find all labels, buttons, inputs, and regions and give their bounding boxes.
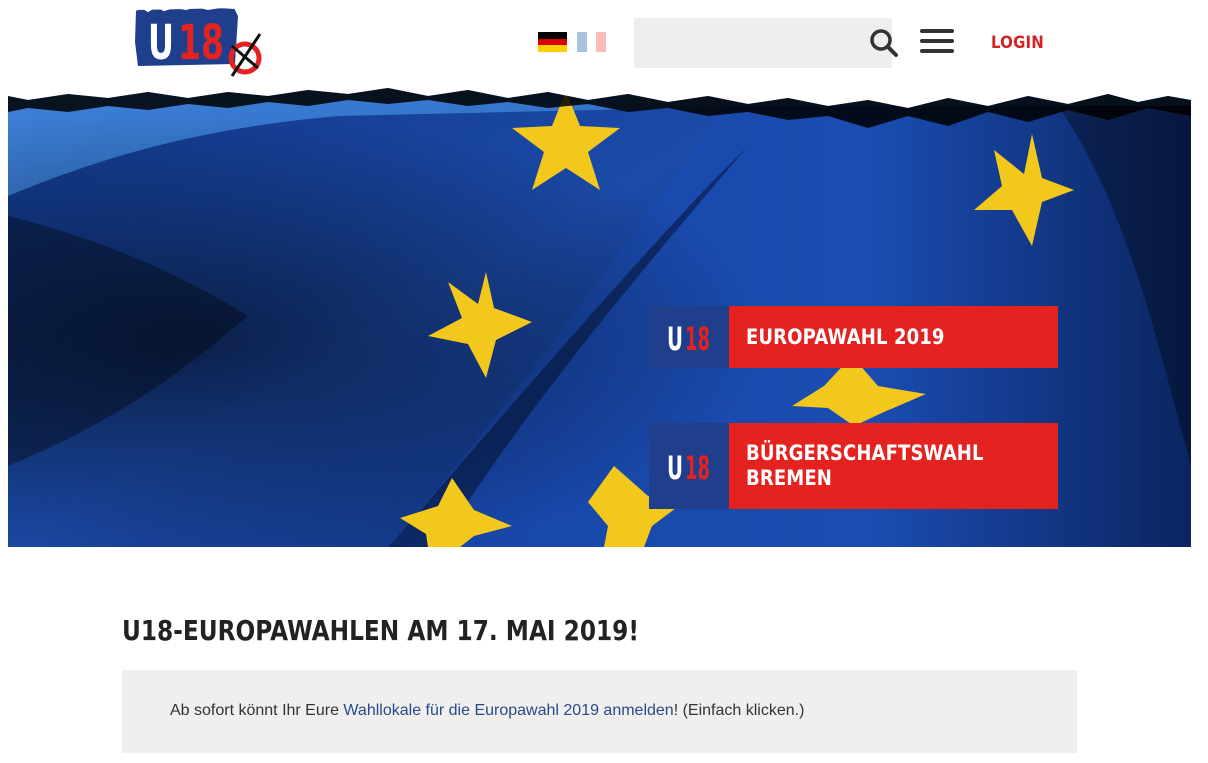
info-notice-box: Ab sofort könnt Ihr Eure Wahllokale für … (122, 670, 1077, 753)
u18-logo-graphic: U 18 (135, 4, 262, 77)
search-icon (870, 29, 898, 57)
u18-badge-icon: U 18 (649, 423, 729, 509)
svg-text:U: U (148, 15, 174, 71)
notice-prefix: Ab sofort könnt Ihr Eure (170, 702, 344, 719)
search-input[interactable] (634, 18, 869, 68)
search-button[interactable] (869, 18, 899, 68)
notice-suffix: ! (Einfach klicken.) (673, 702, 805, 719)
svg-text:U: U (667, 320, 683, 354)
svg-text:18: 18 (685, 449, 710, 483)
svg-text:18: 18 (178, 15, 224, 71)
svg-text:U: U (667, 449, 683, 483)
page-title: U18-EUROPAWAHLEN AM 17. MAI 2019! (122, 614, 639, 647)
language-flag-french[interactable] (577, 32, 606, 52)
language-flag-german[interactable] (538, 32, 567, 52)
buergerschaftswahl-label: BÜRGERSCHAFTSWAHL BREMEN (729, 423, 1058, 509)
europawahl-2019-button[interactable]: U 18 EUROPAWAHL 2019 (649, 306, 1058, 368)
buergerschaftswahl-bremen-button[interactable]: U 18 BÜRGERSCHAFTSWAHL BREMEN (649, 423, 1058, 509)
login-link[interactable]: LOGIN (991, 33, 1044, 53)
search-box (634, 18, 898, 68)
register-polling-station-link[interactable]: Wahllokale für die Europawahl 2019 anmel… (343, 702, 673, 719)
svg-text:18: 18 (685, 320, 710, 354)
europawahl-label: EUROPAWAHL 2019 (729, 306, 1058, 368)
hamburger-menu-icon[interactable] (920, 29, 954, 55)
notice-text: Ab sofort könnt Ihr Eure Wahllokale für … (170, 702, 804, 720)
u18-badge-icon: U 18 (649, 306, 729, 368)
site-logo[interactable]: U 18 (134, 4, 270, 80)
